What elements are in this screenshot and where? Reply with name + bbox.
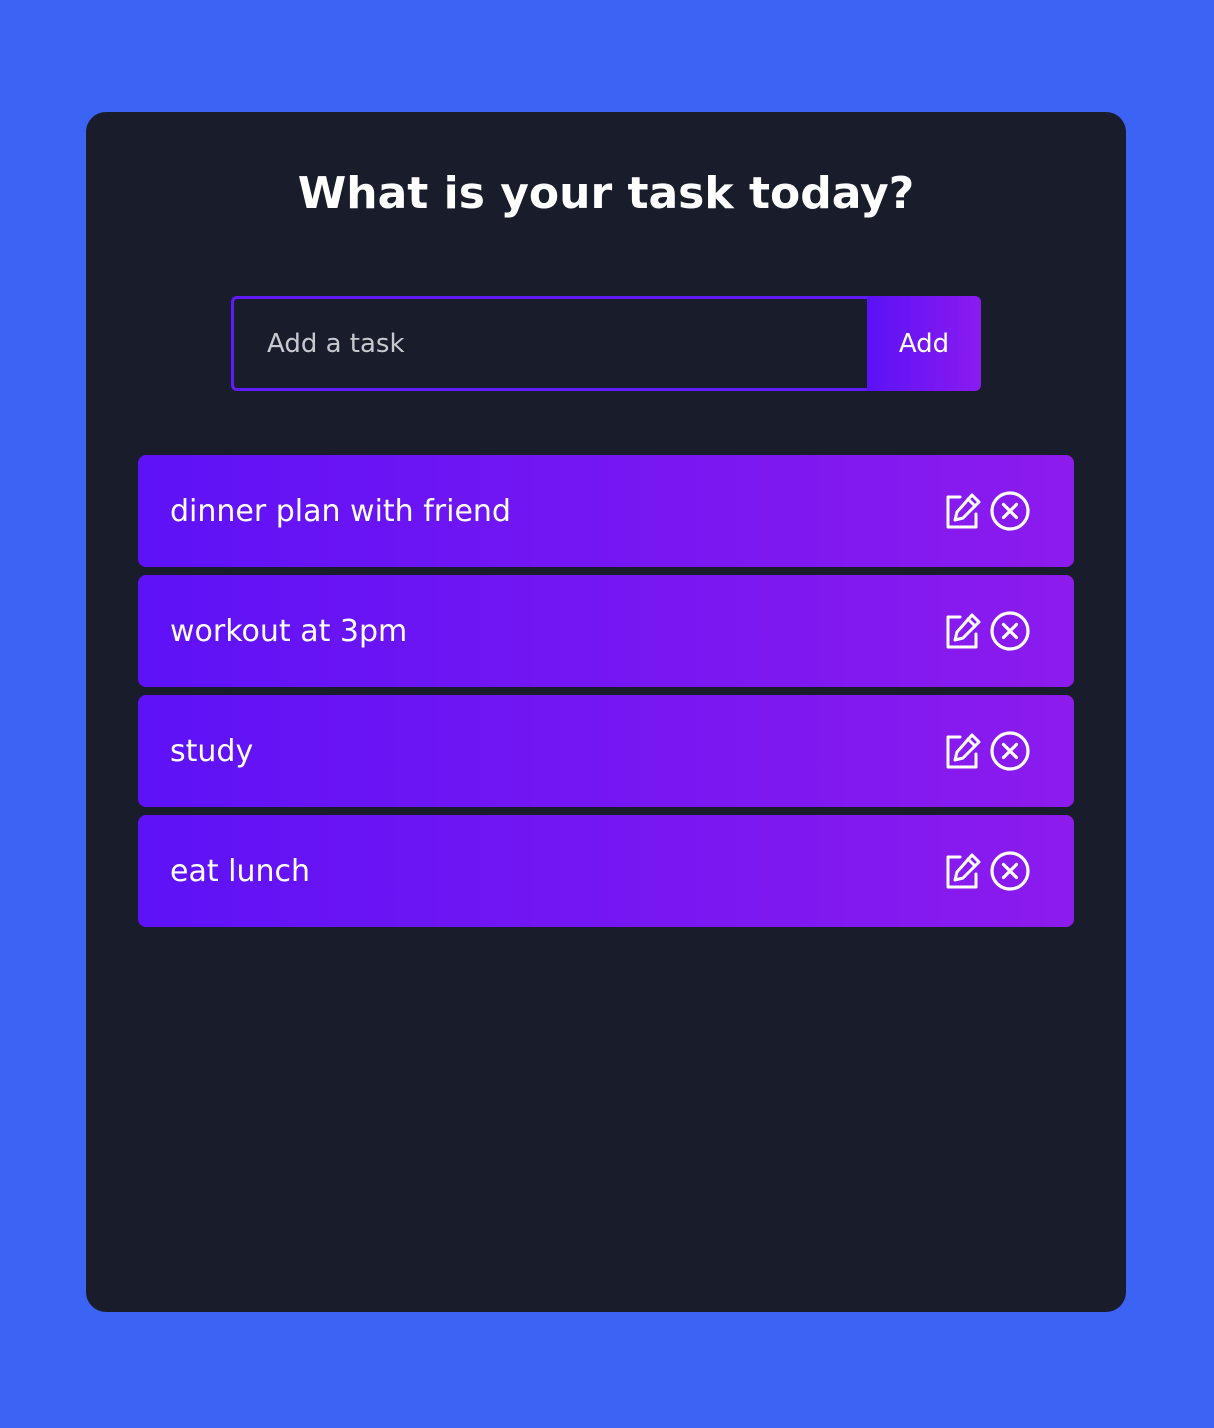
task-item: eat lunch bbox=[138, 815, 1074, 927]
task-item: workout at 3pm bbox=[138, 575, 1074, 687]
task-actions bbox=[942, 611, 1030, 651]
task-item: study bbox=[138, 695, 1074, 807]
task-actions bbox=[942, 491, 1030, 531]
task-actions bbox=[942, 731, 1030, 771]
add-task-button[interactable]: Add bbox=[867, 296, 981, 391]
close-circle-icon[interactable] bbox=[990, 611, 1030, 651]
close-circle-icon[interactable] bbox=[990, 491, 1030, 531]
task-text: eat lunch bbox=[170, 853, 311, 889]
close-circle-icon[interactable] bbox=[990, 731, 1030, 771]
task-text: workout at 3pm bbox=[170, 613, 408, 649]
edit-icon[interactable] bbox=[942, 611, 982, 651]
close-circle-icon[interactable] bbox=[990, 851, 1030, 891]
task-list: dinner plan with friend workout at 3pm s… bbox=[138, 455, 1074, 935]
edit-icon[interactable] bbox=[942, 731, 982, 771]
task-actions bbox=[942, 851, 1030, 891]
task-text: dinner plan with friend bbox=[170, 493, 511, 529]
todo-card: What is your task today? Add dinner plan… bbox=[86, 112, 1126, 1312]
task-input[interactable] bbox=[231, 296, 867, 391]
edit-icon[interactable] bbox=[942, 851, 982, 891]
task-text: study bbox=[170, 733, 254, 769]
task-item: dinner plan with friend bbox=[138, 455, 1074, 567]
edit-icon[interactable] bbox=[942, 491, 982, 531]
task-form: Add bbox=[231, 296, 981, 391]
page-title: What is your task today? bbox=[297, 168, 915, 219]
